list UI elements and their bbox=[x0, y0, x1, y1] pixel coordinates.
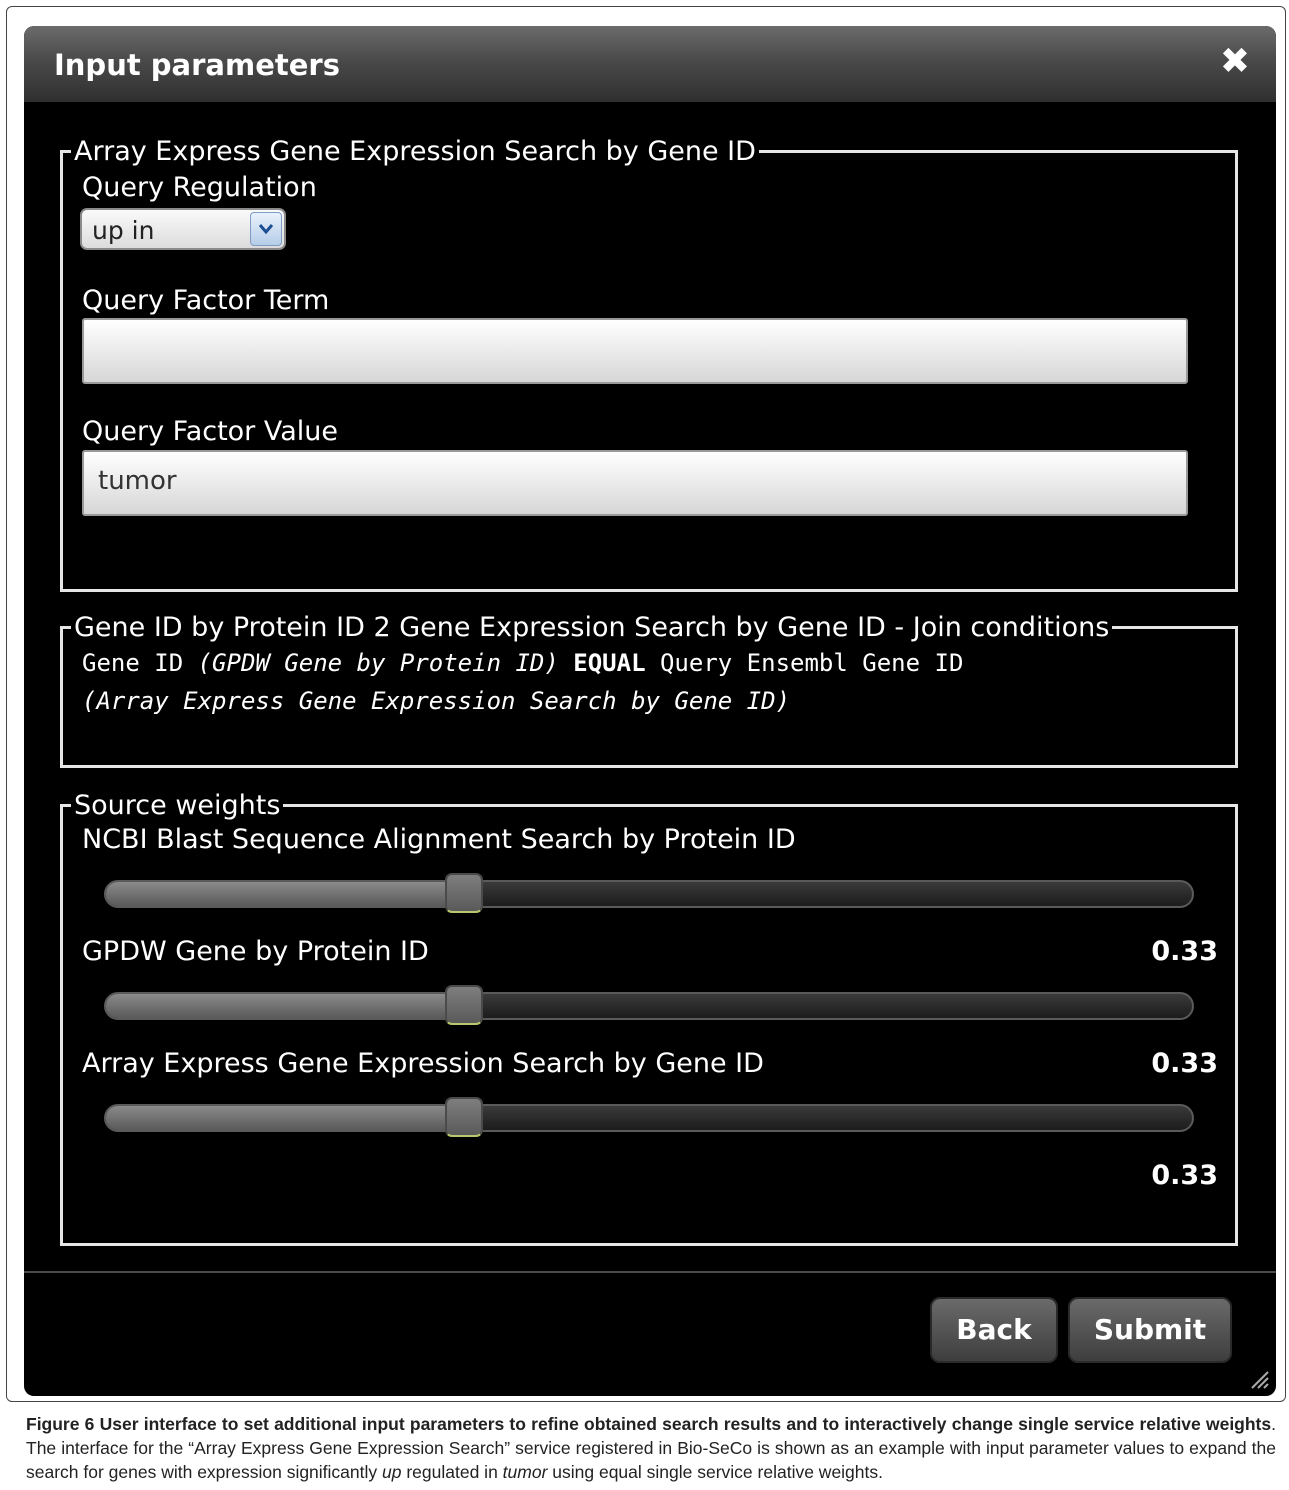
slider-fill bbox=[106, 882, 465, 906]
join-part: (GPDW Gene by Protein ID) bbox=[197, 649, 559, 677]
slider-handle[interactable] bbox=[445, 873, 484, 913]
slider-handle[interactable] bbox=[445, 985, 484, 1025]
join-operator: EQUAL bbox=[558, 649, 646, 677]
resize-grip-icon[interactable] bbox=[1248, 1368, 1270, 1390]
join-part: Gene ID bbox=[82, 649, 198, 677]
weight-slider-ncbi-blast[interactable] bbox=[104, 873, 1194, 913]
weight-slider-array-express[interactable] bbox=[104, 1097, 1194, 1137]
caption-emphasis: tumor bbox=[502, 1462, 548, 1482]
slider-handle[interactable] bbox=[445, 1097, 484, 1137]
weight-label: GPDW Gene by Protein ID bbox=[82, 936, 429, 967]
group-legend: Gene ID by Protein ID 2 Gene Expression … bbox=[74, 612, 1110, 643]
caption-text: regulated in bbox=[401, 1462, 503, 1482]
weight-slider-gpdw[interactable] bbox=[104, 985, 1194, 1025]
caption-lead: Figure 6 User interface to set additiona… bbox=[26, 1414, 1272, 1434]
chevron-down-icon[interactable] bbox=[250, 212, 282, 246]
weight-value: 0.33 bbox=[1151, 1048, 1218, 1079]
join-part: Query Ensembl Gene ID bbox=[645, 649, 964, 677]
query-regulation-select[interactable]: up in bbox=[80, 208, 286, 250]
slider-fill bbox=[106, 994, 465, 1018]
group-legend: Array Express Gene Expression Search by … bbox=[74, 136, 756, 167]
weight-value: 0.33 bbox=[1151, 1160, 1218, 1191]
query-regulation-label: Query Regulation bbox=[82, 172, 317, 203]
weight-label: NCBI Blast Sequence Alignment Search by … bbox=[82, 824, 796, 855]
dialog-content: Array Express Gene Expression Search by … bbox=[24, 26, 1276, 1396]
query-factor-value-label: Query Factor Value bbox=[82, 416, 339, 447]
query-factor-term-label: Query Factor Term bbox=[82, 285, 330, 316]
weight-value: 0.33 bbox=[1151, 936, 1218, 967]
back-button[interactable]: Back bbox=[930, 1297, 1058, 1363]
select-value: up in bbox=[92, 216, 155, 245]
figure-caption: Figure 6 User interface to set additiona… bbox=[26, 1412, 1276, 1484]
query-factor-term-input[interactable] bbox=[82, 318, 1188, 384]
caption-emphasis: up bbox=[382, 1462, 402, 1482]
weight-label: Array Express Gene Expression Search by … bbox=[82, 1048, 764, 1079]
group-legend: Source weights bbox=[74, 790, 281, 821]
join-condition-text: Gene ID (GPDW Gene by Protein ID) EQUAL … bbox=[82, 644, 1222, 720]
slider-fill bbox=[106, 1106, 465, 1130]
footer-divider bbox=[24, 1271, 1276, 1273]
query-factor-value-input[interactable]: tumor bbox=[82, 450, 1188, 516]
caption-text: using equal single service relative weig… bbox=[547, 1462, 883, 1482]
join-part: (Array Express Gene Expression Search by… bbox=[82, 687, 791, 715]
submit-button[interactable]: Submit bbox=[1068, 1297, 1232, 1363]
